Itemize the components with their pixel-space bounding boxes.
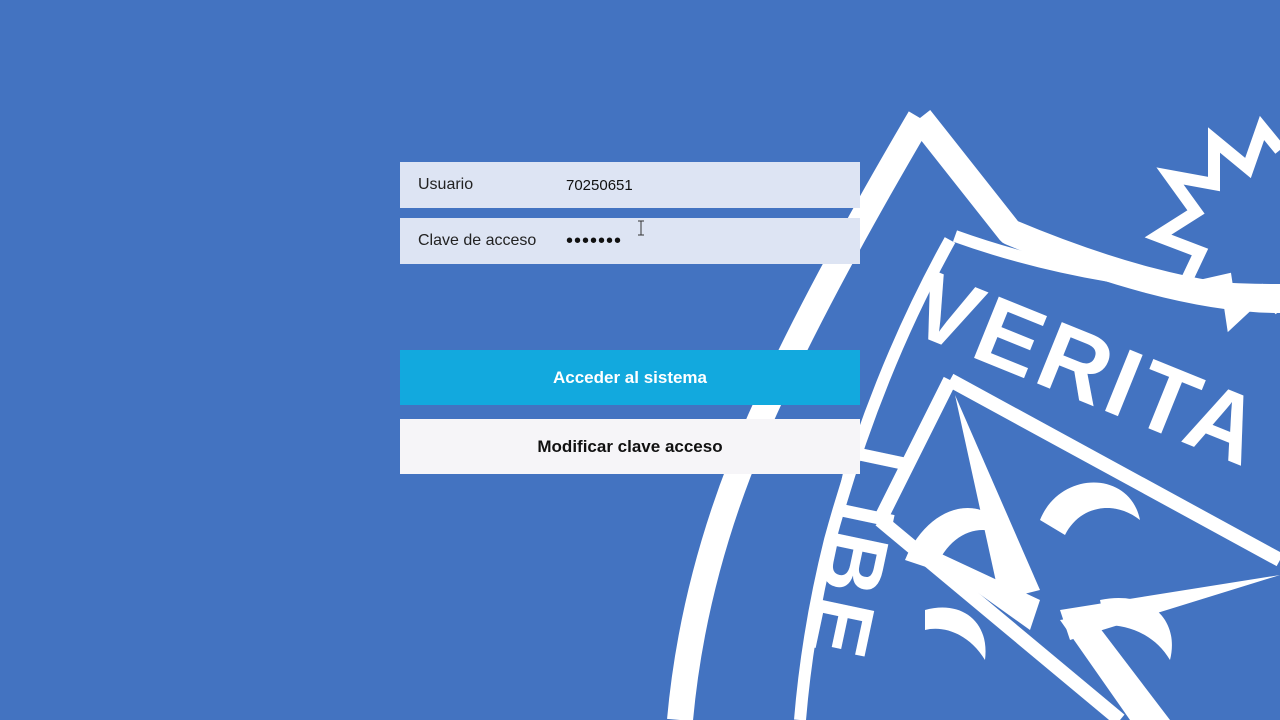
password-label: Clave de acceso [418, 232, 537, 249]
login-button[interactable]: Acceder al sistema [400, 350, 860, 405]
password-row: Clave de acceso [400, 218, 860, 264]
watermark-text-top: VERITA [897, 250, 1279, 487]
password-input[interactable] [566, 218, 860, 264]
username-input[interactable] [566, 162, 860, 208]
change-password-button[interactable]: Modificar clave acceso [400, 419, 860, 474]
username-label: Usuario [418, 176, 474, 193]
login-form: Usuario Clave de acceso Acceder al siste… [400, 162, 860, 474]
username-row: Usuario [400, 162, 860, 208]
